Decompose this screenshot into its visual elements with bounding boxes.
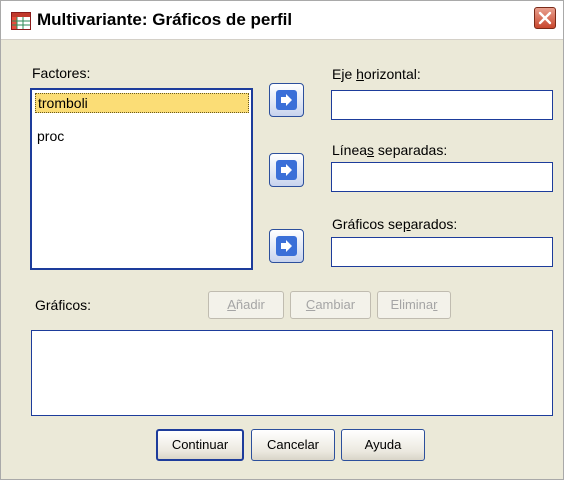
cancel-button[interactable]: Cancelar: [251, 429, 335, 461]
add-button[interactable]: Añadir: [208, 291, 284, 319]
graficos-list[interactable]: [31, 330, 553, 416]
remove-button[interactable]: Eliminar: [377, 291, 451, 319]
title-bar[interactable]: Multivariante: Gráficos de perfil: [1, 1, 563, 40]
factores-label: Factores:: [32, 65, 91, 81]
window-title: Multivariante: Gráficos de perfil: [37, 10, 293, 29]
arrow-right-icon: [276, 160, 297, 180]
close-button[interactable]: [534, 7, 556, 29]
list-item[interactable]: proc: [35, 126, 249, 146]
help-button[interactable]: Ayuda: [341, 429, 425, 461]
change-button[interactable]: Cambiar: [290, 291, 371, 319]
lineas-separadas-label: Líneas separadas:: [332, 142, 448, 158]
arrow-right-icon: [276, 90, 297, 110]
move-to-lineas-separadas-button[interactable]: [269, 153, 304, 187]
eje-horizontal-field[interactable]: [331, 90, 553, 120]
dialog-window: Multivariante: Gráficos de perfil Factor…: [0, 0, 564, 480]
graficos-separados-label: Gráficos separados:: [332, 216, 458, 232]
eje-horizontal-label: Eje horizontal:: [332, 66, 421, 82]
list-item[interactable]: tromboli: [35, 93, 249, 113]
lineas-separadas-field[interactable]: [331, 162, 553, 192]
spreadsheet-icon: [11, 12, 31, 30]
graficos-label: Gráficos:: [35, 297, 92, 313]
move-to-eje-horizontal-button[interactable]: [269, 83, 304, 117]
close-icon: [538, 11, 552, 25]
graficos-separados-field[interactable]: [331, 237, 553, 267]
move-to-graficos-separados-button[interactable]: [269, 229, 304, 263]
continue-button[interactable]: Continuar: [156, 429, 244, 461]
arrow-right-icon: [276, 236, 297, 256]
factores-listbox[interactable]: tromboli proc: [30, 88, 253, 270]
